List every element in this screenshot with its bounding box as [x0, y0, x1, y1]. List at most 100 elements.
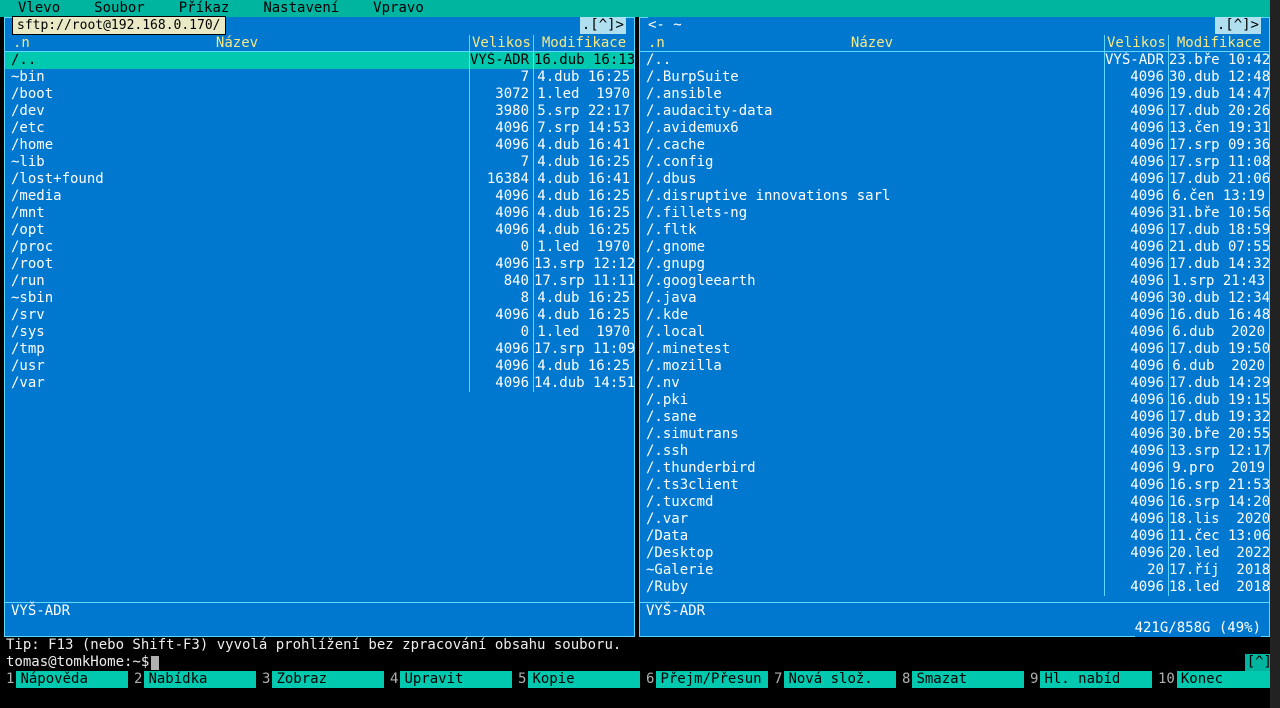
file-row[interactable]: ~sbin84.dub 16:25: [5, 290, 634, 307]
fkey-2[interactable]: 2Nabídka: [128, 671, 256, 688]
file-row[interactable]: /..VYŠ-ADR23.bře 10:42: [640, 52, 1269, 69]
right-col-name[interactable]: Název: [640, 35, 1105, 51]
fkey-8[interactable]: 8Smazat: [896, 671, 1024, 688]
file-row[interactable]: /media40964.dub 16:25: [5, 188, 634, 205]
file-row[interactable]: /.fltk409617.dub 18:59: [640, 222, 1269, 239]
menu-vlevo[interactable]: Vlevo: [10, 0, 86, 17]
file-time: 1.led 1970: [534, 239, 634, 256]
function-keys[interactable]: 1Nápověda2Nabídka3Zobraz4Upravit5Kopie6P…: [0, 671, 1280, 688]
file-row[interactable]: /mnt40964.dub 16:25: [5, 205, 634, 222]
file-name: /.thunderbird: [640, 460, 1105, 477]
file-time: 17.dub 18:59: [1169, 222, 1269, 239]
menubar[interactable]: VlevoSouborPříkazNastaveníVpravo: [0, 0, 1280, 17]
file-row[interactable]: /home40964.dub 16:41: [5, 137, 634, 154]
file-row[interactable]: /.local40966.dub 2020: [640, 324, 1269, 341]
file-row[interactable]: /boot30721.led 1970: [5, 86, 634, 103]
file-name: /.fltk: [640, 222, 1105, 239]
file-row[interactable]: /var409614.dub 14:51: [5, 375, 634, 392]
menu-nastavení[interactable]: Nastavení: [255, 0, 365, 17]
fkey-9[interactable]: 9Hl. nabíd: [1024, 671, 1152, 688]
right-panel-header[interactable]: .n Název Velikos Modifikace: [640, 35, 1269, 52]
file-row[interactable]: ~bin74.dub 16:25: [5, 69, 634, 86]
file-row[interactable]: /..VYŠ-ADR16.dub 16:13: [5, 52, 634, 69]
file-row[interactable]: /.tuxcmd409616.srp 14:20: [640, 494, 1269, 511]
file-row[interactable]: /.cache409617.srp 09:36: [640, 137, 1269, 154]
file-row[interactable]: /.audacity-data409617.dub 20:26: [640, 103, 1269, 120]
fkey-3[interactable]: 3Zobraz: [256, 671, 384, 688]
file-row[interactable]: /.var409618.lis 2020: [640, 511, 1269, 528]
file-name: /.minetest: [640, 341, 1105, 358]
file-row[interactable]: /.dbus409617.dub 21:06: [640, 171, 1269, 188]
fkey-10[interactable]: 10Konec: [1152, 671, 1280, 688]
command-prompt[interactable]: tomas@tomkHome:~$ [^]: [0, 654, 1280, 671]
file-row[interactable]: ~Galerie2017.říj 2018: [640, 562, 1269, 579]
file-row[interactable]: /.simutrans409630.bře 20:55: [640, 426, 1269, 443]
file-row[interactable]: /.ts3client409616.srp 21:53: [640, 477, 1269, 494]
right-col-size[interactable]: Velikos: [1105, 35, 1169, 51]
menu-soubor[interactable]: Soubor: [86, 0, 171, 17]
file-row[interactable]: /srv40964.dub 16:25: [5, 307, 634, 324]
file-row[interactable]: /.mozilla40966.dub 2020: [640, 358, 1269, 375]
fkey-label: Kopie: [528, 671, 640, 688]
file-row[interactable]: /etc40967.srp 14:53: [5, 120, 634, 137]
fkey-6[interactable]: 6Přejm/Přesun: [640, 671, 768, 688]
file-size: 4096: [1105, 273, 1169, 290]
file-row[interactable]: /.gnupg409617.dub 14:32: [640, 256, 1269, 273]
fkey-4[interactable]: 4Upravit: [384, 671, 512, 688]
file-time: 4.dub 16:25: [534, 307, 634, 324]
fkey-1[interactable]: 1Nápověda: [0, 671, 128, 688]
scrollbar[interactable]: [1270, 0, 1280, 708]
file-row[interactable]: /.nv409617.dub 14:29: [640, 375, 1269, 392]
file-row[interactable]: /sys01.led 1970: [5, 324, 634, 341]
file-row[interactable]: /.avidemux6409613.čen 19:31: [640, 120, 1269, 137]
left-panel[interactable]: <- .[^]> .n Název Velikos Modifikace /..…: [4, 17, 635, 637]
file-row[interactable]: /Ruby409618.led 2018: [640, 579, 1269, 596]
file-row[interactable]: /.gnome409621.dub 07:55: [640, 239, 1269, 256]
file-time: 19.dub 14:47: [1169, 86, 1269, 103]
fkey-5[interactable]: 5Kopie: [512, 671, 640, 688]
file-row[interactable]: /Desktop409620.led 2022: [640, 545, 1269, 562]
file-row[interactable]: /.googleearth40961.srp 21:43: [640, 273, 1269, 290]
file-row[interactable]: /.ssh409613.srp 12:17: [640, 443, 1269, 460]
left-file-list[interactable]: /..VYŠ-ADR16.dub 16:13~bin74.dub 16:25/b…: [5, 52, 634, 602]
file-name: /etc: [5, 120, 470, 137]
file-row[interactable]: /opt40964.dub 16:25: [5, 222, 634, 239]
file-row[interactable]: /run84017.srp 11:11: [5, 273, 634, 290]
right-col-time[interactable]: Modifikace: [1169, 35, 1269, 51]
file-name: /.audacity-data: [640, 103, 1105, 120]
right-file-list[interactable]: /..VYŠ-ADR23.bře 10:42/.BurpSuite409630.…: [640, 52, 1269, 602]
left-col-size[interactable]: Velikos: [470, 35, 534, 51]
file-row[interactable]: /tmp409617.srp 11:09: [5, 341, 634, 358]
file-row[interactable]: /.ansible409619.dub 14:47: [640, 86, 1269, 103]
file-row[interactable]: /.disruptive innovations sarl40966.čen 1…: [640, 188, 1269, 205]
file-row[interactable]: /proc01.led 1970: [5, 239, 634, 256]
right-panel[interactable]: <- ~ .[^]> .n Název Velikos Modifikace /…: [639, 17, 1270, 637]
file-row[interactable]: /Data409611.čec 13:06: [640, 528, 1269, 545]
file-row[interactable]: /.java409630.dub 12:34: [640, 290, 1269, 307]
menu-vpravo[interactable]: Vpravo: [365, 0, 450, 17]
file-row[interactable]: /.thunderbird40969.pro 2019: [640, 460, 1269, 477]
left-col-name[interactable]: Název: [5, 35, 470, 51]
file-row[interactable]: ~lib74.dub 16:25: [5, 154, 634, 171]
file-row[interactable]: /root409613.srp 12:12: [5, 256, 634, 273]
file-row[interactable]: /.BurpSuite409630.dub 12:48: [640, 69, 1269, 86]
file-row[interactable]: /usr40964.dub 16:25: [5, 358, 634, 375]
file-row[interactable]: /dev39805.srp 22:17: [5, 103, 634, 120]
left-panel-controls[interactable]: .[^]>: [580, 17, 626, 34]
file-name: ~sbin: [5, 290, 470, 307]
right-panel-controls[interactable]: .[^]>: [1215, 17, 1261, 34]
file-time: 4.dub 16:25: [534, 154, 634, 171]
file-row[interactable]: /.kde409616.dub 16:48: [640, 307, 1269, 324]
file-row[interactable]: /.pki409616.dub 19:15: [640, 392, 1269, 409]
file-row[interactable]: /lost+found163844.dub 16:41: [5, 171, 634, 188]
fkey-7[interactable]: 7Nová slož.: [768, 671, 896, 688]
right-panel-title: <- ~ .[^]>: [648, 17, 1261, 34]
file-row[interactable]: /.minetest409617.dub 19:50: [640, 341, 1269, 358]
file-row[interactable]: /.sane409617.dub 19:32: [640, 409, 1269, 426]
file-time: 4.dub 16:41: [534, 137, 634, 154]
left-panel-header[interactable]: .n Název Velikos Modifikace: [5, 35, 634, 52]
left-col-time[interactable]: Modifikace: [534, 35, 634, 51]
menu-příkaz[interactable]: Příkaz: [171, 0, 256, 17]
file-row[interactable]: /.fillets-ng409631.bře 10:56: [640, 205, 1269, 222]
file-row[interactable]: /.config409617.srp 11:08: [640, 154, 1269, 171]
